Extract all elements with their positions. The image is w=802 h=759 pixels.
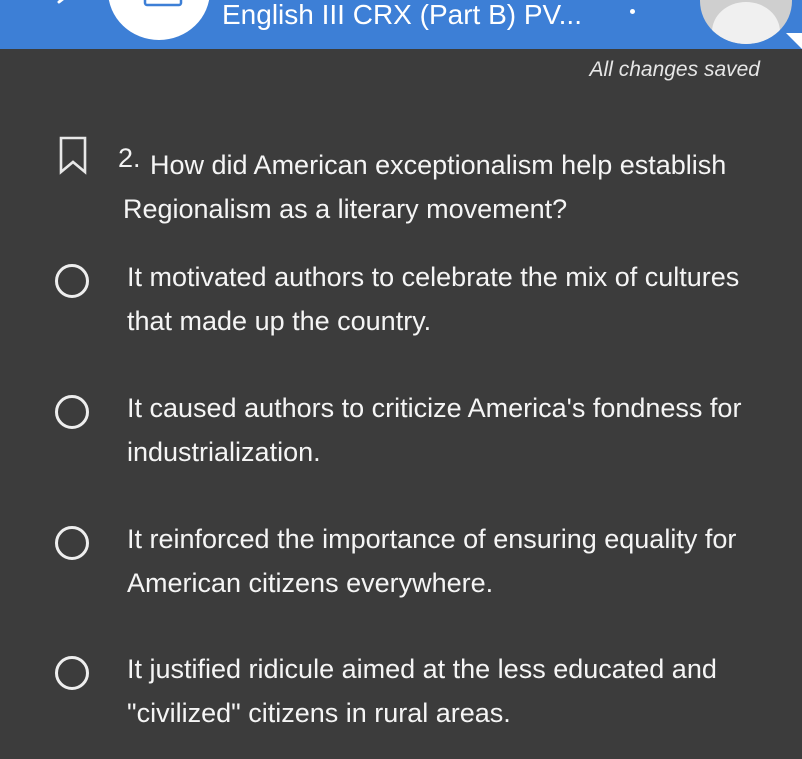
answer-option-1[interactable]: It motivated authors to celebrate the mi… bbox=[0, 255, 802, 345]
question-text: How did American exceptionalism help est… bbox=[123, 150, 727, 224]
answer-text: It caused authors to criticize America's… bbox=[127, 393, 742, 467]
document-icon bbox=[143, 0, 183, 7]
answer-text: It justified ridicule aimed at the less … bbox=[127, 654, 717, 728]
answer-text: It reinforced the importance of ensuring… bbox=[127, 524, 737, 598]
radio-unchecked-icon[interactable] bbox=[55, 264, 89, 298]
more-dot-icon[interactable] bbox=[630, 9, 635, 14]
avatar[interactable] bbox=[700, 0, 792, 44]
save-status: All changes saved bbox=[589, 58, 760, 81]
bookmark-icon[interactable] bbox=[58, 135, 88, 175]
answer-option-2[interactable]: It caused authors to criticize America's… bbox=[0, 386, 802, 476]
radio-unchecked-icon[interactable] bbox=[55, 656, 89, 690]
page-title: English III CRX (Part B) PV... bbox=[222, 0, 582, 30]
answer-text: It motivated authors to celebrate the mi… bbox=[127, 262, 740, 336]
answer-option-4[interactable]: It justified ridicule aimed at the less … bbox=[0, 647, 802, 737]
chevron-left-icon[interactable] bbox=[55, 0, 75, 12]
radio-unchecked-icon[interactable] bbox=[55, 395, 89, 429]
app-header: English III CRX (Part B) PV... bbox=[0, 0, 802, 49]
answer-option-3[interactable]: It reinforced the importance of ensuring… bbox=[0, 517, 802, 607]
radio-unchecked-icon[interactable] bbox=[55, 526, 89, 560]
corner-triangle-icon bbox=[786, 33, 802, 49]
user-avatar-icon bbox=[712, 2, 780, 44]
